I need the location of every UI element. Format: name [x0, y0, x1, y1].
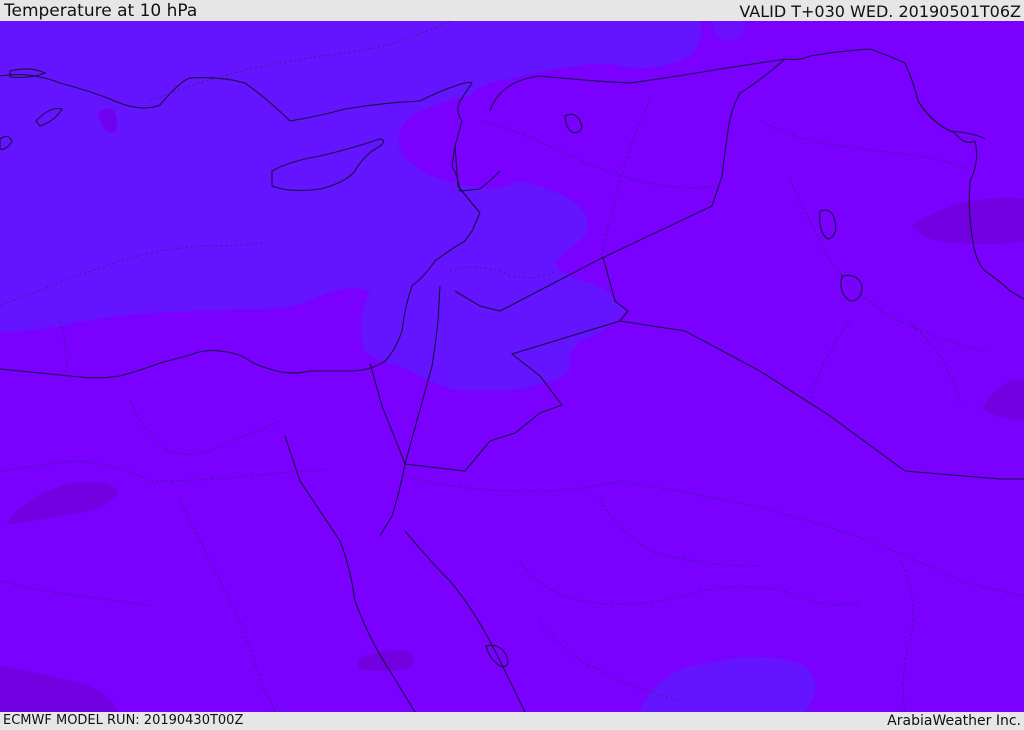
credit-label: ArabiaWeather Inc. [887, 713, 1021, 729]
footer-bar: ECMWF MODEL RUN: 20190430T00Z ArabiaWeat… [0, 712, 1024, 729]
temperature-map [0, 21, 1024, 712]
model-run-label: ECMWF MODEL RUN: 20190430T00Z [3, 713, 244, 728]
valid-time: VALID T+030 WED. 20190501T06Z [739, 2, 1021, 21]
header-bar: Temperature at 10 hPa VALID T+030 WED. 2… [0, 0, 1024, 21]
map-title: Temperature at 10 hPa [4, 1, 198, 21]
